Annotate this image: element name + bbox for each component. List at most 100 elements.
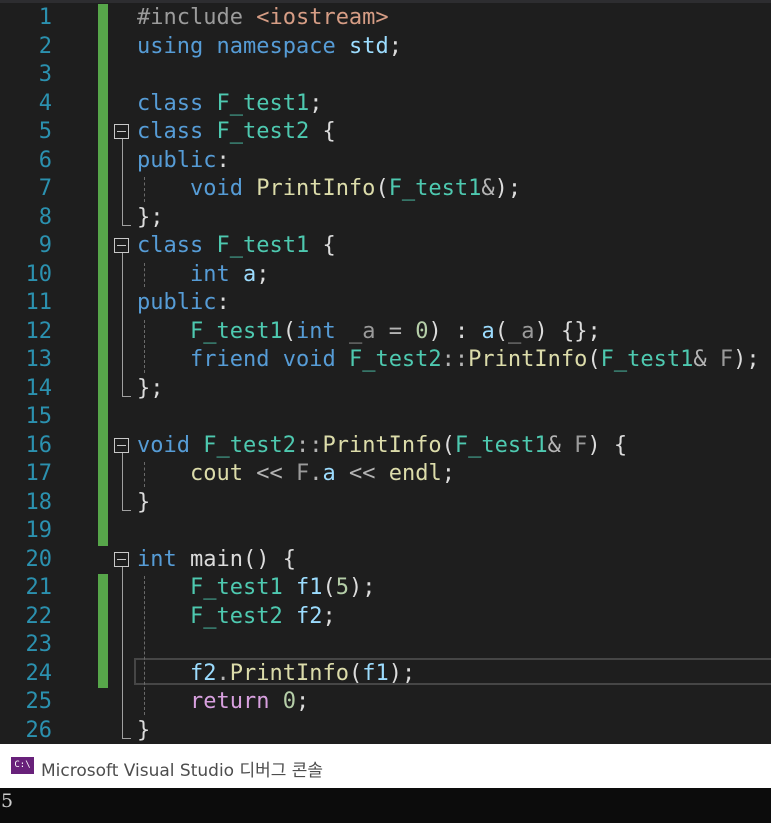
code-line[interactable]: 14};: [0, 374, 771, 403]
code-text: int main() {: [137, 546, 296, 572]
code-text: }: [137, 489, 151, 515]
code-line[interactable]: 19: [0, 517, 771, 546]
code-text: cout << F.a << endl;: [189, 461, 455, 486]
code-line[interactable]: 12 F_test1(int _a = 0) : a(_a) {};: [0, 317, 771, 346]
indent-guide: [144, 262, 145, 287]
code-text: void F_test2::PrintInfo(F_test1& F) {: [137, 432, 628, 458]
change-marker: [98, 460, 108, 489]
change-marker: [98, 232, 108, 261]
code-line[interactable]: 26}: [0, 717, 771, 745]
code-line[interactable]: 11 public:: [0, 289, 771, 318]
code-line[interactable]: 8};: [0, 203, 771, 232]
line-number: 6: [38, 147, 52, 173]
fold-guide-end: [122, 395, 131, 397]
collapse-icon[interactable]: [114, 551, 129, 567]
line-number: 13: [25, 347, 53, 372]
code-line[interactable]: 5 class F_test2 {: [0, 118, 771, 147]
code-line[interactable]: 21 F_test1 f1(5);: [0, 574, 771, 603]
change-marker: [98, 403, 108, 432]
console-output-text: 5: [1, 790, 14, 812]
code-text: public:: [137, 147, 230, 173]
code-text: f2.PrintInfo(f1);: [189, 660, 416, 686]
line-number: 9: [38, 233, 52, 258]
line-number: 19: [25, 518, 53, 543]
fold-guide-line: [122, 566, 123, 738]
editor-top-border: [0, 0, 771, 3]
change-marker: [98, 260, 108, 289]
collapse-icon[interactable]: [114, 124, 129, 139]
line-number: 3: [38, 62, 52, 87]
code-line[interactable]: 10 int a;: [0, 260, 771, 289]
code-editor[interactable]: 1 #include <iostream> 2 using namespace std…: [0, 0, 771, 744]
code-text: };: [137, 375, 164, 401]
change-marker: [98, 118, 108, 147]
code-text: F_test1 f1(5);: [189, 575, 376, 600]
fold-guide-end: [122, 737, 131, 739]
change-marker: [98, 374, 108, 403]
line-number: 15: [25, 404, 53, 429]
code-line[interactable]: 23: [0, 631, 771, 660]
line-number: 4: [38, 90, 52, 116]
change-marker: [98, 317, 108, 346]
code-line[interactable]: 3: [0, 61, 771, 90]
change-marker: [98, 517, 108, 546]
code-line[interactable]: 7 void PrintInfo(F_test1&);: [0, 175, 771, 204]
code-text: public:: [137, 290, 230, 315]
code-line[interactable]: 4 class F_test1;: [0, 89, 771, 118]
code-line[interactable]: 25 return 0;: [0, 688, 771, 717]
line-number: 11: [25, 290, 53, 315]
code-line[interactable]: 15: [0, 403, 771, 432]
debug-console-output-area[interactable]: 5: [0, 788, 771, 823]
change-marker: [98, 32, 108, 61]
code-text: class F_test1 {: [137, 233, 336, 258]
line-number: 25: [25, 689, 53, 714]
code-line[interactable]: 20 int main() {: [0, 546, 771, 575]
change-marker: [98, 431, 108, 460]
line-number: 16: [25, 432, 53, 458]
code-line[interactable]: 24 f2.PrintInfo(f1);: [0, 659, 771, 688]
console-title: Microsoft Visual Studio 디버그 콘솔: [41, 761, 324, 781]
change-marker: [98, 289, 108, 318]
change-marker: [98, 574, 108, 603]
code-line[interactable]: 6 public:: [0, 146, 771, 175]
code-line[interactable]: 17 cout << F.a << endl;: [0, 460, 771, 489]
fold-guide-end: [122, 224, 131, 226]
code-line[interactable]: 1 #include <iostream>: [0, 4, 771, 33]
line-number: 17: [25, 461, 53, 486]
change-marker: [98, 602, 108, 631]
code-text: class F_test2 {: [137, 119, 336, 144]
collapse-icon[interactable]: [114, 437, 129, 453]
code-text: F_test2 f2;: [189, 603, 336, 629]
code-line[interactable]: 16 void F_test2::PrintInfo(F_test1& F) {: [0, 431, 771, 460]
line-number: 5: [38, 119, 52, 144]
code-line[interactable]: 18}: [0, 488, 771, 517]
change-marker: [98, 659, 108, 688]
line-number: 24: [25, 660, 53, 686]
code-text: return 0;: [189, 689, 310, 714]
line-number: 12: [25, 318, 53, 344]
change-marker: [98, 346, 108, 375]
code-text: using namespace std;: [137, 33, 402, 59]
code-line[interactable]: 9 class F_test1 {: [0, 232, 771, 261]
indent-guide: [144, 462, 145, 487]
line-number: 23: [25, 632, 53, 657]
code-line[interactable]: 13 friend void F_test2::PrintInfo(F_test…: [0, 346, 771, 375]
console-app-icon: C:\: [11, 757, 34, 774]
code-text: friend void F_test2::PrintInfo(F_test1& …: [189, 347, 760, 372]
collapse-icon[interactable]: [114, 238, 129, 253]
change-marker: [98, 146, 108, 175]
debug-console-titlebar[interactable]: C:\ Microsoft Visual Studio 디버그 콘솔: [0, 744, 771, 788]
code-line[interactable]: 22 F_test2 f2;: [0, 602, 771, 631]
code-text: };: [137, 204, 164, 230]
code-text: int a;: [189, 261, 270, 287]
change-marker: [98, 61, 108, 90]
code-line[interactable]: 2 using namespace std;: [0, 32, 771, 61]
change-marker: [98, 89, 108, 118]
line-number: 10: [25, 261, 53, 287]
line-number: 20: [25, 546, 53, 572]
code-text: #include <iostream>: [137, 5, 389, 30]
fold-guide-end: [122, 509, 131, 511]
line-number: 8: [38, 204, 52, 230]
code-text: }: [137, 717, 151, 743]
fold-guide-line: [122, 139, 123, 225]
